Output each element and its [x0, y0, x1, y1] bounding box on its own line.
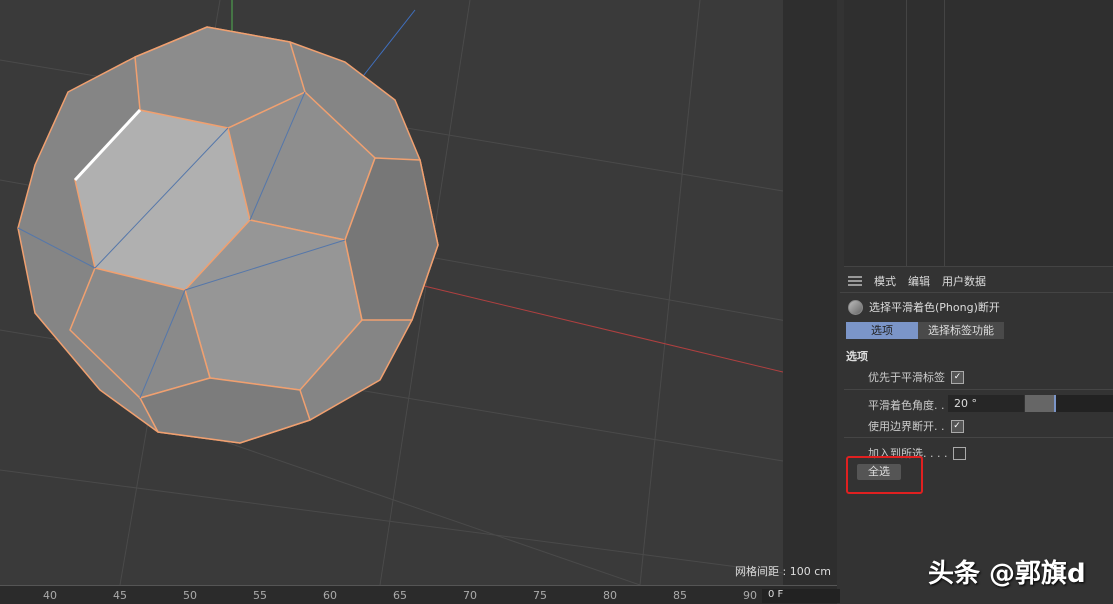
- ruler-tick: 65: [393, 589, 407, 602]
- angle-input[interactable]: 20 °: [948, 395, 1024, 412]
- add-checkbox[interactable]: [953, 447, 966, 460]
- tab-options[interactable]: 选项: [846, 322, 918, 339]
- tabs: 选项 选择标签功能: [846, 322, 1004, 339]
- menu-user-data[interactable]: 用户数据: [942, 273, 986, 289]
- ruler-tick: 80: [603, 589, 617, 602]
- angle-slider[interactable]: [1025, 395, 1113, 412]
- ruler-tick: 75: [533, 589, 547, 602]
- menu-mode[interactable]: 模式: [874, 273, 896, 289]
- timeline-ruler[interactable]: 40 45 50 55 60 65 70 75 80 85 90: [0, 585, 837, 604]
- z-axis: [360, 10, 415, 80]
- border-checkbox[interactable]: ✓: [951, 420, 964, 433]
- ruler-tick: 50: [183, 589, 197, 602]
- attribute-panel: 模式 编辑 用户数据 选择平滑着色(Phong)断开 选项 选择标签功能 选项 …: [840, 0, 1113, 603]
- prefer-smoothing-row: 优先于平滑标签 ✓: [868, 369, 964, 385]
- ruler-tick: 55: [253, 589, 267, 602]
- object-title-text: 选择平滑着色(Phong)断开: [869, 299, 1000, 315]
- angle-row: 平滑着色角度. .: [868, 397, 945, 413]
- menu-edit[interactable]: 编辑: [908, 273, 930, 289]
- ruler-tick: 90: [743, 589, 757, 602]
- menu-icon[interactable]: [848, 276, 862, 286]
- object-title: 选择平滑着色(Phong)断开: [848, 299, 1000, 315]
- section-heading: 选项: [846, 348, 868, 364]
- ruler-tick: 85: [673, 589, 687, 602]
- border-break-row: 使用边界断开. . ✓: [868, 418, 964, 434]
- grid-spacing-label: 网格间距 : 100 cm: [735, 563, 831, 579]
- ruler-tick: 60: [323, 589, 337, 602]
- attribute-menu: 模式 编辑 用户数据: [840, 270, 1113, 293]
- prefer-label: 优先于平滑标签: [868, 369, 945, 385]
- highlight-box: [846, 456, 923, 494]
- border-label: 使用边界断开. .: [868, 418, 945, 434]
- object-manager[interactable]: [844, 0, 1113, 267]
- polyhedron-object: [18, 27, 438, 443]
- tool-icon: [848, 300, 863, 315]
- ruler-tick: 40: [43, 589, 57, 602]
- viewport-scene: [0, 0, 837, 585]
- watermark: 头条 @郭旗d: [928, 553, 1086, 590]
- ruler-tick: 45: [113, 589, 127, 602]
- tab-selection-tag[interactable]: 选择标签功能: [918, 322, 1004, 339]
- 3d-viewport[interactable]: 网格间距 : 100 cm: [0, 0, 837, 585]
- prefer-checkbox[interactable]: ✓: [951, 371, 964, 384]
- viewport-shade: [783, 0, 837, 585]
- ruler-tick: 70: [463, 589, 477, 602]
- x-axis: [420, 285, 837, 385]
- angle-label: 平滑着色角度. .: [868, 397, 945, 413]
- frame-field[interactable]: 0 F: [762, 589, 842, 603]
